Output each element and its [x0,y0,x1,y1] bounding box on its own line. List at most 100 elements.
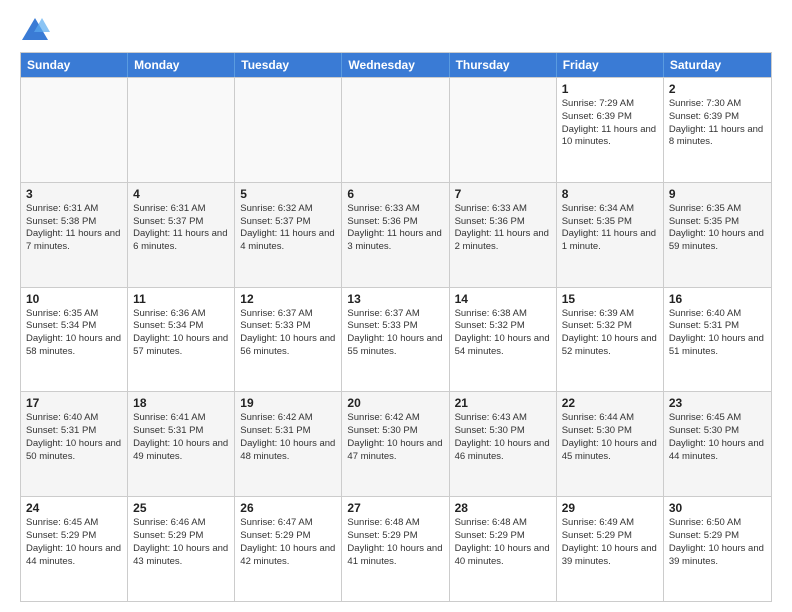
day-info: Sunrise: 6:47 AM Sunset: 5:29 PM Dayligh… [240,517,336,568]
day-cell-16: 16 Sunrise: 6:40 AM Sunset: 5:31 PM Dayli… [664,288,771,392]
day-number: 8 [562,187,658,201]
day-number: 3 [26,187,122,201]
header-day-wednesday: Wednesday [342,53,449,77]
day-cell-2: 2Sunrise: 7:30 AM Sunset: 6:39 PM Daylig… [664,78,771,182]
day-cell-10: 10 Sunrise: 6:35 AM Sunset: 5:34 PM Dayli… [21,288,128,392]
day-number: 17 [26,396,122,410]
day-info: Sunrise: 6:42 AM Sunset: 5:31 PM Dayligh… [240,412,336,463]
logo-icon [20,16,50,44]
day-number: 13 [347,292,443,306]
day-cell-7: 7 Sunrise: 6:33 AM Sunset: 5:36 PM Daylig… [450,183,557,287]
day-info: Sunrise: 6:40 AM Sunset: 5:31 PM Dayligh… [26,412,122,463]
day-cell-14: 14Sunrise: 6:38 AM Sunset: 5:32 PM Dayli… [450,288,557,392]
day-cell-27: 27 Sunrise: 6:48 AM Sunset: 5:29 PM Dayli… [342,497,449,601]
day-info: Sunrise: 6:45 AM Sunset: 5:30 PM Dayligh… [669,412,766,463]
day-info: Sunrise: 6:48 AM Sunset: 5:29 PM Dayligh… [455,517,551,568]
header-day-monday: Monday [128,53,235,77]
day-number: 25 [133,501,229,515]
day-info: Sunrise: 6:34 AM Sunset: 5:35 PM Dayligh… [562,203,658,254]
calendar-row-0: 1 Sunrise: 7:29 AM Sunset: 6:39 PM Daylig… [21,77,771,182]
header-day-friday: Friday [557,53,664,77]
day-cell-17: 17 Sunrise: 6:40 AM Sunset: 5:31 PM Dayli… [21,392,128,496]
day-cell-9: 9Sunrise: 6:35 AM Sunset: 5:35 PM Daylig… [664,183,771,287]
day-cell-6: 6 Sunrise: 6:33 AM Sunset: 5:36 PM Daylig… [342,183,449,287]
empty-cell [450,78,557,182]
empty-cell [128,78,235,182]
day-number: 30 [669,501,766,515]
day-info: Sunrise: 6:41 AM Sunset: 5:31 PM Dayligh… [133,412,229,463]
day-info: Sunrise: 6:33 AM Sunset: 5:36 PM Dayligh… [455,203,551,254]
day-cell-28: 28 Sunrise: 6:48 AM Sunset: 5:29 PM Dayli… [450,497,557,601]
day-cell-25: 25 Sunrise: 6:46 AM Sunset: 5:29 PM Dayli… [128,497,235,601]
day-number: 7 [455,187,551,201]
day-number: 10 [26,292,122,306]
day-info: Sunrise: 6:38 AM Sunset: 5:32 PM Dayligh… [455,308,551,359]
day-info: Sunrise: 6:49 AM Sunset: 5:29 PM Dayligh… [562,517,658,568]
day-number: 16 [669,292,766,306]
day-cell-11: 11 Sunrise: 6:36 AM Sunset: 5:34 PM Dayli… [128,288,235,392]
day-number: 6 [347,187,443,201]
day-number: 2 [669,82,766,96]
day-cell-20: 20 Sunrise: 6:42 AM Sunset: 5:30 PM Dayli… [342,392,449,496]
header-day-sunday: Sunday [21,53,128,77]
day-number: 28 [455,501,551,515]
day-cell-23: 23 Sunrise: 6:45 AM Sunset: 5:30 PM Dayli… [664,392,771,496]
day-number: 1 [562,82,658,96]
day-info: Sunrise: 6:36 AM Sunset: 5:34 PM Dayligh… [133,308,229,359]
day-number: 21 [455,396,551,410]
empty-cell [21,78,128,182]
day-number: 26 [240,501,336,515]
calendar-row-2: 10 Sunrise: 6:35 AM Sunset: 5:34 PM Dayli… [21,287,771,392]
day-number: 22 [562,396,658,410]
calendar-header: SundayMondayTuesdayWednesdayThursdayFrid… [21,53,771,77]
day-cell-29: 29 Sunrise: 6:49 AM Sunset: 5:29 PM Dayli… [557,497,664,601]
day-cell-12: 12 Sunrise: 6:37 AM Sunset: 5:33 PM Dayli… [235,288,342,392]
day-number: 5 [240,187,336,201]
day-cell-13: 13 Sunrise: 6:37 AM Sunset: 5:33 PM Dayli… [342,288,449,392]
day-info: Sunrise: 6:32 AM Sunset: 5:37 PM Dayligh… [240,203,336,254]
day-info: Sunrise: 6:40 AM Sunset: 5:31 PM Dayligh… [669,308,766,359]
day-cell-26: 26 Sunrise: 6:47 AM Sunset: 5:29 PM Dayli… [235,497,342,601]
calendar: SundayMondayTuesdayWednesdayThursdayFrid… [20,52,772,602]
page-header [20,16,772,44]
day-info: Sunrise: 6:35 AM Sunset: 5:34 PM Dayligh… [26,308,122,359]
day-number: 19 [240,396,336,410]
day-info: Sunrise: 6:48 AM Sunset: 5:29 PM Dayligh… [347,517,443,568]
day-cell-4: 4Sunrise: 6:31 AM Sunset: 5:37 PM Daylig… [128,183,235,287]
calendar-row-3: 17 Sunrise: 6:40 AM Sunset: 5:31 PM Dayli… [21,391,771,496]
day-number: 27 [347,501,443,515]
day-info: Sunrise: 6:43 AM Sunset: 5:30 PM Dayligh… [455,412,551,463]
day-info: Sunrise: 7:29 AM Sunset: 6:39 PM Dayligh… [562,98,658,149]
day-info: Sunrise: 6:33 AM Sunset: 5:36 PM Dayligh… [347,203,443,254]
day-cell-3: 3 Sunrise: 6:31 AM Sunset: 5:38 PM Daylig… [21,183,128,287]
day-cell-24: 24 Sunrise: 6:45 AM Sunset: 5:29 PM Dayli… [21,497,128,601]
day-cell-5: 5 Sunrise: 6:32 AM Sunset: 5:37 PM Daylig… [235,183,342,287]
empty-cell [235,78,342,182]
day-info: Sunrise: 6:42 AM Sunset: 5:30 PM Dayligh… [347,412,443,463]
day-number: 23 [669,396,766,410]
day-cell-18: 18 Sunrise: 6:41 AM Sunset: 5:31 PM Dayli… [128,392,235,496]
calendar-body: 1 Sunrise: 7:29 AM Sunset: 6:39 PM Daylig… [21,77,771,601]
day-info: Sunrise: 6:37 AM Sunset: 5:33 PM Dayligh… [240,308,336,359]
day-info: Sunrise: 6:46 AM Sunset: 5:29 PM Dayligh… [133,517,229,568]
day-number: 29 [562,501,658,515]
calendar-row-4: 24 Sunrise: 6:45 AM Sunset: 5:29 PM Dayli… [21,496,771,601]
day-cell-15: 15Sunrise: 6:39 AM Sunset: 5:32 PM Dayli… [557,288,664,392]
day-number: 20 [347,396,443,410]
calendar-row-1: 3 Sunrise: 6:31 AM Sunset: 5:38 PM Daylig… [21,182,771,287]
day-info: Sunrise: 6:35 AM Sunset: 5:35 PM Dayligh… [669,203,766,254]
day-cell-30: 30Sunrise: 6:50 AM Sunset: 5:29 PM Dayli… [664,497,771,601]
day-info: Sunrise: 6:31 AM Sunset: 5:38 PM Dayligh… [26,203,122,254]
day-info: Sunrise: 6:44 AM Sunset: 5:30 PM Dayligh… [562,412,658,463]
header-day-tuesday: Tuesday [235,53,342,77]
day-cell-8: 8 Sunrise: 6:34 AM Sunset: 5:35 PM Daylig… [557,183,664,287]
day-info: Sunrise: 6:45 AM Sunset: 5:29 PM Dayligh… [26,517,122,568]
day-number: 24 [26,501,122,515]
day-cell-21: 21 Sunrise: 6:43 AM Sunset: 5:30 PM Dayli… [450,392,557,496]
day-info: Sunrise: 6:37 AM Sunset: 5:33 PM Dayligh… [347,308,443,359]
day-number: 12 [240,292,336,306]
day-number: 18 [133,396,229,410]
day-number: 4 [133,187,229,201]
day-number: 11 [133,292,229,306]
day-info: Sunrise: 6:39 AM Sunset: 5:32 PM Dayligh… [562,308,658,359]
